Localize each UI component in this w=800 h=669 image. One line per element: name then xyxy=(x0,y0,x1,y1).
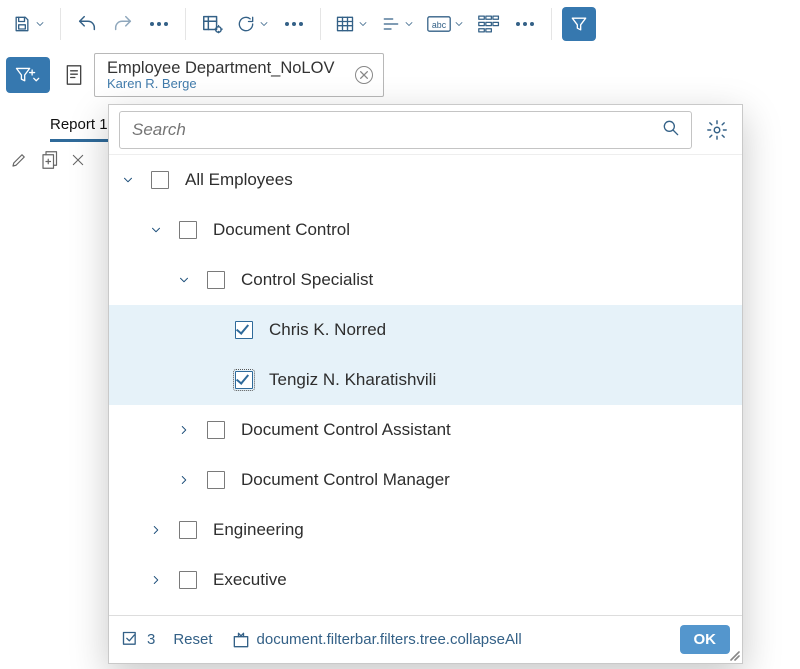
popover-header xyxy=(109,105,742,155)
filter-value-popover: All Employees Document Control Control Spe… xyxy=(108,104,743,664)
tree-node-tnk[interactable]: Tengiz N. Kharatishvili xyxy=(109,355,742,405)
overflow-2[interactable] xyxy=(278,6,310,42)
reset-button[interactable]: Reset xyxy=(173,631,212,648)
tree-node-all[interactable]: All Employees xyxy=(109,155,742,205)
tree-node-cs[interactable]: Control Specialist xyxy=(109,255,742,305)
tree-node-doc[interactable]: Document Control xyxy=(109,205,742,255)
filter-chip[interactable]: Employee Department_NoLOV Karen R. Berge xyxy=(94,53,384,97)
chevron-right-icon[interactable] xyxy=(173,419,195,441)
tab-report-1[interactable]: Report 1 xyxy=(50,110,108,142)
checkbox[interactable] xyxy=(207,421,225,439)
caret-none xyxy=(201,319,223,341)
search-input-wrapper xyxy=(119,111,692,149)
tree-node-dcm[interactable]: Document Control Manager xyxy=(109,455,742,505)
chevron-right-icon[interactable] xyxy=(173,469,195,491)
overflow-3[interactable] xyxy=(509,6,541,42)
filter-panel-toggle[interactable] xyxy=(562,7,596,41)
tree-node-label: All Employees xyxy=(185,170,293,190)
tree-node-label: Control Specialist xyxy=(241,270,373,290)
table-mode-button[interactable] xyxy=(331,6,373,42)
save-button[interactable] xyxy=(8,6,50,42)
chevron-right-icon[interactable] xyxy=(145,519,167,541)
value-tree[interactable]: All Employees Document Control Control Spe… xyxy=(109,155,742,615)
tree-node-exe[interactable]: Executive xyxy=(109,555,742,605)
collapse-all-button[interactable]: document.filterbar.filters.tree.collapse… xyxy=(231,630,522,650)
caret-none xyxy=(201,369,223,391)
gear-icon[interactable] xyxy=(702,115,732,145)
chevron-right-icon[interactable] xyxy=(145,569,167,591)
checkbox[interactable] xyxy=(179,221,197,239)
redo-button[interactable] xyxy=(107,6,139,42)
tree-node-eng[interactable]: Engineering xyxy=(109,505,742,555)
sections-button[interactable] xyxy=(473,6,505,42)
checkbox[interactable] xyxy=(151,171,169,189)
checkbox[interactable] xyxy=(207,271,225,289)
data-source-button[interactable] xyxy=(196,6,228,42)
chevron-down-icon[interactable] xyxy=(117,169,139,191)
main-toolbar: abc xyxy=(0,0,800,48)
search-icon[interactable] xyxy=(661,118,681,142)
delete-icon[interactable] xyxy=(70,152,86,168)
close-icon[interactable] xyxy=(355,66,373,84)
overflow-1[interactable] xyxy=(143,6,175,42)
edit-icon[interactable] xyxy=(10,151,28,169)
checkbox[interactable] xyxy=(179,521,197,539)
ok-button[interactable]: OK xyxy=(680,625,731,654)
undo-button[interactable] xyxy=(71,6,103,42)
checkbox[interactable] xyxy=(235,321,253,339)
tree-node-label: Document Control Manager xyxy=(241,470,450,490)
tree-node-dca[interactable]: Document Control Assistant xyxy=(109,405,742,455)
tree-node-label: Tengiz N. Kharatishvili xyxy=(269,370,436,390)
document-icon[interactable] xyxy=(60,59,88,91)
duplicate-icon[interactable] xyxy=(40,150,58,170)
align-button[interactable] xyxy=(377,6,419,42)
filter-chip-title: Employee Department_NoLOV xyxy=(107,59,343,77)
refresh-button[interactable] xyxy=(232,6,274,42)
checkbox[interactable] xyxy=(235,371,253,389)
chevron-down-icon[interactable] xyxy=(173,269,195,291)
text-format-button[interactable]: abc xyxy=(423,6,469,42)
filter-bar: Employee Department_NoLOV Karen R. Berge xyxy=(0,48,800,102)
add-filter-button[interactable] xyxy=(6,57,50,93)
popover-footer: 3 Reset document.filterbar.filters.tree.… xyxy=(109,615,742,663)
tree-node-label: Chris K. Norred xyxy=(269,320,386,340)
tree-node-label: Document Control xyxy=(213,220,350,240)
tree-node-label: Executive xyxy=(213,570,287,590)
search-input[interactable] xyxy=(130,119,661,141)
tree-node-label: Document Control Assistant xyxy=(241,420,451,440)
filter-chip-subtitle: Karen R. Berge xyxy=(107,77,343,91)
checkbox[interactable] xyxy=(179,571,197,589)
svg-text:abc: abc xyxy=(432,20,447,30)
selected-count[interactable]: 3 xyxy=(121,630,155,650)
tree-node-label: Engineering xyxy=(213,520,304,540)
checkbox[interactable] xyxy=(207,471,225,489)
tree-node-ckn[interactable]: Chris K. Norred xyxy=(109,305,742,355)
chevron-down-icon[interactable] xyxy=(145,219,167,241)
